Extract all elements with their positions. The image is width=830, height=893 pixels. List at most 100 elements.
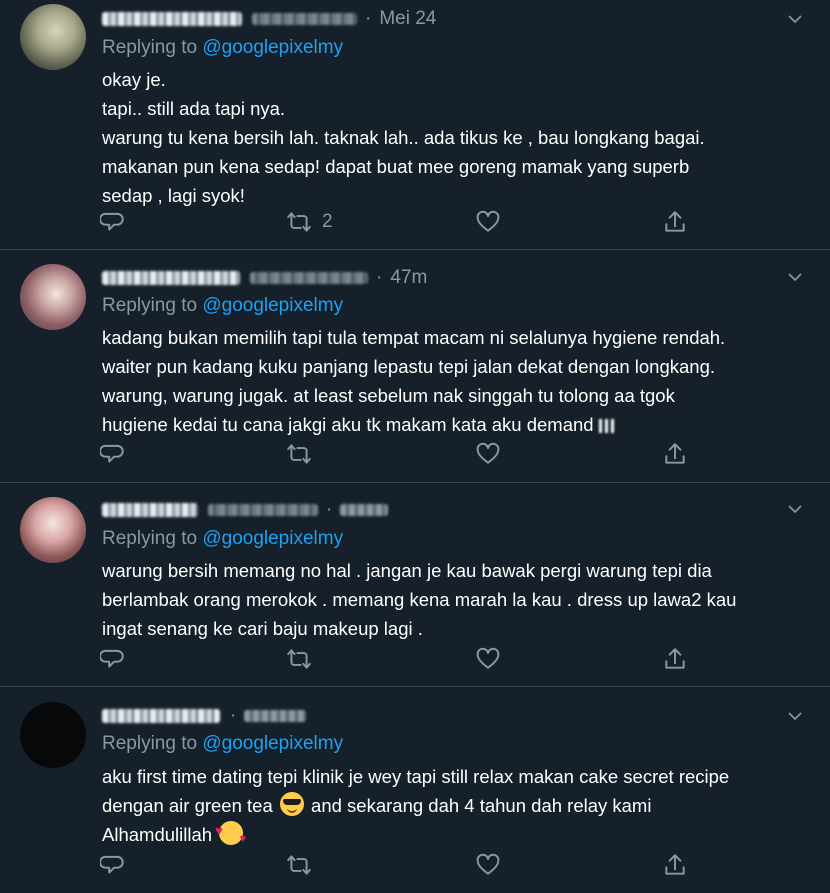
tweet-line-part: and sekarang dah 4 tahun dah relay kami	[311, 795, 652, 816]
tweet-line: okay je.	[102, 69, 166, 90]
heart-icon	[476, 647, 500, 669]
avatar[interactable]	[20, 4, 86, 70]
avatar[interactable]	[20, 264, 86, 330]
mention-link[interactable]: @googlepixelmy	[202, 733, 343, 754]
separator-dot: ·	[365, 8, 372, 29]
timestamp-redacted[interactable]	[340, 504, 389, 516]
tweet-line: berlambak orang merokok . memang kena ma…	[102, 589, 737, 610]
retweet-button[interactable]	[286, 644, 322, 674]
tweet-header: ·	[102, 701, 307, 731]
replying-to: Replying to @googlepixelmy	[102, 37, 343, 59]
handle-redacted[interactable]	[250, 272, 368, 284]
display-name-redacted[interactable]	[102, 503, 198, 517]
display-name-redacted[interactable]	[102, 12, 242, 26]
retweet-button[interactable]	[286, 850, 322, 880]
share-button[interactable]	[662, 644, 688, 674]
avatar[interactable]	[20, 702, 86, 768]
action-bar: 2	[100, 207, 700, 237]
tweet-line-with-emoji: dengan air green tea and sekarang dah 4 …	[102, 791, 817, 820]
like-button[interactable]	[475, 850, 501, 880]
tweet-header: ·	[102, 495, 389, 525]
tweet-line-with-redaction: hugiene kedai tu cana jakgi aku tk makam…	[102, 410, 817, 439]
share-icon	[665, 211, 685, 232]
replying-prefix: Replying to	[102, 295, 198, 316]
timestamp-redacted[interactable]	[244, 710, 307, 722]
retweet-icon	[287, 444, 311, 464]
action-bar	[100, 644, 700, 674]
retweet-button[interactable]: 2	[286, 207, 333, 237]
mention-link[interactable]: @googlepixelmy	[202, 528, 343, 549]
share-icon	[665, 648, 685, 669]
retweet-icon	[287, 855, 311, 875]
retweet-button[interactable]	[286, 439, 322, 469]
reply-button[interactable]	[100, 439, 126, 469]
display-name-redacted[interactable]	[102, 271, 240, 285]
handle-redacted[interactable]	[208, 504, 318, 516]
tweet-text: okay je. tapi.. still ada tapi nya. waru…	[102, 65, 817, 210]
tweet[interactable]: · Mei 24 Replying to @googlepixelmy okay…	[0, 0, 830, 250]
chevron-down-icon[interactable]	[786, 500, 804, 518]
tweet-line: kadang bukan memilih tapi tula tempat ma…	[102, 327, 726, 348]
reply-icon	[100, 212, 124, 231]
tweet-text: kadang bukan memilih tapi tula tempat ma…	[102, 323, 817, 439]
reply-icon	[100, 649, 124, 668]
timestamp[interactable]: 47m	[390, 267, 427, 289]
tweet[interactable]: · Replying to @googlepixelmy aku first t…	[0, 687, 830, 893]
mention-link[interactable]: @googlepixelmy	[202, 295, 343, 316]
replying-to: Replying to @googlepixelmy	[102, 733, 343, 755]
smiling-face-with-sunglasses-icon	[279, 792, 304, 816]
avatar[interactable]	[20, 497, 86, 563]
tweet-line: sedap , lagi syok!	[102, 185, 245, 206]
action-bar	[100, 850, 700, 880]
heart-icon	[476, 442, 500, 464]
replying-to: Replying to @googlepixelmy	[102, 295, 343, 317]
share-icon	[665, 443, 685, 464]
tweet-line: hugiene kedai tu cana jakgi aku tk makam…	[102, 414, 594, 435]
like-button[interactable]	[475, 207, 501, 237]
separator-dot: ·	[376, 267, 383, 288]
retweet-icon	[287, 212, 311, 232]
reply-button[interactable]	[100, 850, 126, 880]
share-button[interactable]	[662, 850, 688, 880]
tweet-text: warung bersih memang no hal . jangan je …	[102, 556, 817, 643]
heart-icon	[476, 853, 500, 875]
tweet-line: makanan pun kena sedap! dapat buat mee g…	[102, 156, 690, 177]
chevron-down-icon[interactable]	[786, 707, 804, 725]
like-button[interactable]	[475, 439, 501, 469]
reply-button[interactable]	[100, 207, 126, 237]
redacted-emoji	[598, 419, 617, 433]
tweet-line-part: dengan air green tea	[102, 795, 273, 816]
share-button[interactable]	[662, 207, 688, 237]
action-bar	[100, 439, 700, 469]
separator-dot: ·	[230, 705, 237, 726]
chevron-down-icon[interactable]	[786, 268, 804, 286]
timestamp[interactable]: Mei 24	[379, 8, 436, 30]
tweet[interactable]: · Replying to @googlepixelmy warung bers…	[0, 483, 830, 687]
retweet-icon	[287, 649, 311, 669]
share-button[interactable]	[662, 439, 688, 469]
chevron-down-icon[interactable]	[786, 10, 804, 28]
tweet-line: warung, warung jugak. at least sebelum n…	[102, 385, 675, 406]
reply-icon	[100, 855, 124, 874]
tweet-line: aku first time dating tepi klinik je wey…	[102, 766, 730, 787]
tweet-line-with-emoji: Alhamdulillah	[102, 816, 817, 854]
tweet-line: ingat senang ke cari baju makeup lagi .	[102, 618, 423, 639]
retweet-count: 2	[322, 211, 333, 232]
reply-button[interactable]	[100, 644, 126, 674]
tweet-header: · Mei 24	[102, 4, 436, 34]
handle-redacted[interactable]	[252, 13, 357, 25]
reply-icon	[100, 444, 124, 463]
tweet[interactable]: · 47m Replying to @googlepixelmy kadang …	[0, 250, 830, 483]
display-name-redacted[interactable]	[102, 709, 220, 723]
replying-to: Replying to @googlepixelmy	[102, 528, 343, 550]
mention-link[interactable]: @googlepixelmy	[202, 37, 343, 58]
tweet-line-part: Alhamdulillah	[102, 824, 213, 845]
like-button[interactable]	[475, 644, 501, 674]
tweet-text: aku first time dating tepi klinik je wey…	[102, 762, 817, 854]
smiling-face-with-hearts-icon	[215, 816, 246, 854]
tweet-line: warung tu kena bersih lah. taknak lah.. …	[102, 127, 705, 148]
replying-prefix: Replying to	[102, 733, 198, 754]
tweet-line: waiter pun kadang kuku panjang lepastu t…	[102, 356, 716, 377]
separator-dot: ·	[326, 499, 333, 520]
tweet-line: tapi.. still ada tapi nya.	[102, 98, 286, 119]
